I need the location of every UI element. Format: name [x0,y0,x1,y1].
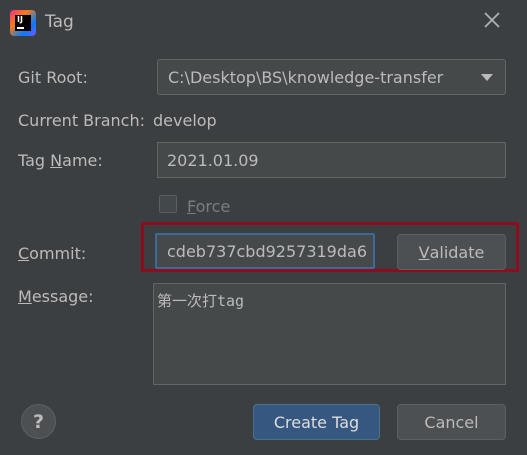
git-root-select[interactable]: C:\Desktop\BS\knowledge-transfer [157,59,506,95]
intellij-logo-icon: IJ [10,10,36,36]
close-icon[interactable] [482,10,502,30]
message-label: Message: [18,287,94,306]
git-root-label: Git Root: [18,68,88,87]
tag-name-input[interactable]: 2021.01.09 [157,142,506,178]
tag-name-label: Tag Name: [18,151,103,170]
logo-text: IJ [17,15,23,24]
help-icon: ? [32,410,45,433]
force-checkbox[interactable] [159,195,177,213]
git-root-value: C:\Desktop\BS\knowledge-transfer [168,67,444,87]
validate-button[interactable]: Validate [397,234,506,270]
chevron-down-icon[interactable] [481,74,493,81]
commit-value: cdeb737cbd9257319da6 [167,241,367,261]
help-button[interactable]: ? [21,404,56,439]
tag-name-value: 2021.01.09 [167,150,259,170]
commit-label: Commit: [18,244,87,263]
current-branch-value: develop [153,111,217,130]
message-value: 第一次打tag [157,292,245,310]
cancel-button[interactable]: Cancel [397,404,506,440]
current-branch-label: Current Branch: [18,111,146,130]
create-tag-button[interactable]: Create Tag [253,404,380,440]
commit-input[interactable]: cdeb737cbd9257319da6 [155,233,375,269]
force-label[interactable]: Force [187,197,230,216]
message-textarea[interactable]: 第一次打tag [153,283,506,385]
dialog-title: Tag [45,12,74,32]
